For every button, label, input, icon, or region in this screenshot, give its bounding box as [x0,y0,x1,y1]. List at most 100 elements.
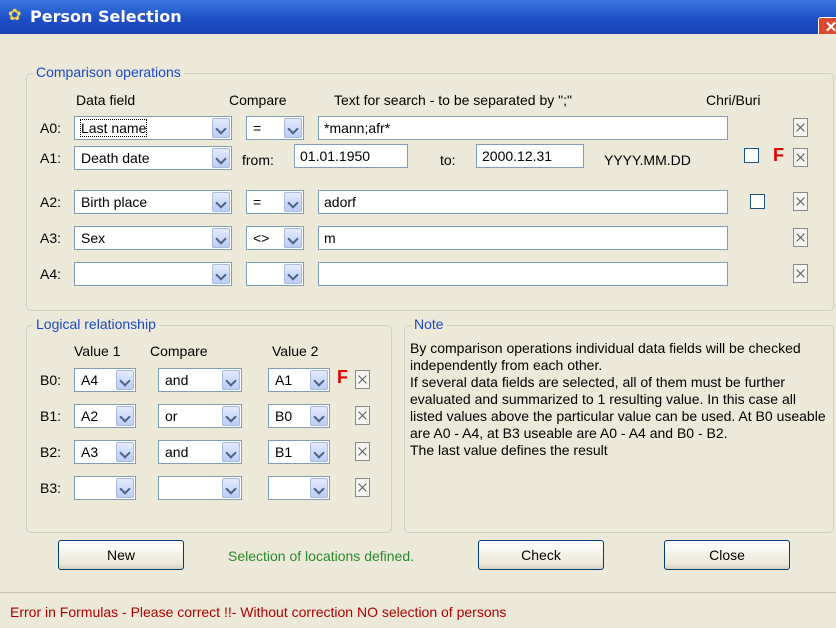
a2-chri-checkbox[interactable] [750,194,765,209]
a2-op-select[interactable]: = [246,190,304,214]
row-label-b2: B2: [40,444,62,460]
b1-value1: A2 [81,408,99,424]
b0-value1: A4 [81,372,99,388]
note-text: By comparison operations individual data… [410,340,826,458]
note-group-title: Note [411,316,447,332]
a3-op-value: <> [253,230,270,246]
a2-field-select[interactable]: Birth place [74,190,232,214]
b0-value1-select[interactable]: A4 [74,368,136,392]
chevron-down-icon[interactable] [212,192,230,212]
chevron-down-icon[interactable] [222,478,240,498]
a0-field-value: Last name [79,119,148,137]
comparison-group-title: Comparison operations [33,64,184,80]
b1-op-select[interactable]: or [158,404,242,428]
chevron-down-icon[interactable] [116,406,134,426]
b0-error-flag: F [337,367,348,387]
close-button[interactable]: Close [664,540,790,570]
b0-op-select[interactable]: and [158,368,242,392]
header-compare: Compare [229,92,287,108]
chevron-down-icon[interactable] [212,118,230,138]
chevron-down-icon[interactable] [222,442,240,462]
a2-search-value: adorf [324,194,356,210]
b0-op: and [165,372,189,388]
status-message: Selection of locations defined. [228,548,415,564]
a2-op-value: = [253,194,262,210]
chevron-down-icon[interactable] [310,478,328,498]
chevron-down-icon[interactable] [212,148,230,168]
b2-value2-select[interactable]: B1 [268,440,330,464]
a4-field-select[interactable] [74,262,232,286]
a1-to-input[interactable]: 2000.12.31 [476,144,584,168]
b1-value2-select[interactable]: B0 [268,404,330,428]
chevron-down-icon[interactable] [116,478,134,498]
app-icon: ✿ [8,7,22,24]
a1-chri-checkbox[interactable] [744,148,759,163]
new-button-label: New [106,547,135,563]
a1-from-input[interactable]: 01.01.1950 [294,144,408,168]
a3-clear-button[interactable] [793,228,808,247]
b2-op: and [165,444,189,460]
a0-field-select[interactable]: Last name [74,116,232,140]
header-chri-buri: Chri/Buri [706,92,761,108]
a1-clear-button[interactable] [793,148,808,167]
b1-value1-select[interactable]: A2 [74,404,136,428]
b2-value1-select[interactable]: A3 [74,440,136,464]
a0-op-value: = [253,120,262,136]
a4-search-input[interactable] [318,262,728,286]
header-logic-compare: Compare [150,343,208,359]
chevron-down-icon[interactable] [284,192,302,212]
a1-to-value: 2000.12.31 [482,148,553,164]
a1-from-value: 01.01.1950 [300,148,371,164]
a2-search-input[interactable]: adorf [318,190,728,214]
a0-clear-button[interactable] [793,118,808,137]
b0-clear-button[interactable] [355,370,370,389]
new-button[interactable]: New [58,540,184,570]
chevron-down-icon[interactable] [284,264,302,284]
chevron-down-icon[interactable] [222,370,240,390]
b2-value2: B1 [275,444,293,460]
separator [0,592,836,593]
row-label-b1: B1: [40,408,62,424]
chevron-down-icon[interactable] [310,406,328,426]
row-label-a0: A0: [40,120,62,136]
chevron-down-icon[interactable] [284,228,302,248]
b0-value2-select[interactable]: A1 [268,368,330,392]
check-button[interactable]: Check [478,540,604,570]
chevron-down-icon[interactable] [310,370,328,390]
b1-value2: B0 [275,408,293,424]
check-button-label: Check [521,547,561,563]
a0-search-input[interactable]: *mann;afr* [318,116,728,140]
a3-op-select[interactable]: <> [246,226,304,250]
a4-op-select[interactable] [246,262,304,286]
a1-date-format: YYYY.MM.DD [604,152,691,168]
row-label-a4: A4: [40,266,62,282]
chevron-down-icon[interactable] [310,442,328,462]
chevron-down-icon[interactable] [284,118,302,138]
header-value1: Value 1 [74,343,121,359]
a2-clear-button[interactable] [793,192,808,211]
b3-value2-select[interactable] [268,476,330,500]
chevron-down-icon[interactable] [212,228,230,248]
a2-field-value: Birth place [81,194,148,210]
b3-value1-select[interactable] [74,476,136,500]
a0-op-select[interactable]: = [246,116,304,140]
title-bar: ✿ Person Selection ✕ [0,0,836,41]
b3-op-select[interactable] [158,476,242,500]
b2-op-select[interactable]: and [158,440,242,464]
a3-field-select[interactable]: Sex [74,226,232,250]
a1-error-flag: F [773,145,784,165]
chevron-down-icon[interactable] [116,370,134,390]
a3-search-input[interactable]: m [318,226,728,250]
chevron-down-icon[interactable] [222,406,240,426]
row-label-b3: B3: [40,480,62,496]
chevron-down-icon[interactable] [212,264,230,284]
a1-field-select[interactable]: Death date [74,146,232,170]
row-label-a1: A1: [40,150,62,166]
a4-clear-button[interactable] [793,264,808,283]
b2-clear-button[interactable] [355,442,370,461]
b3-clear-button[interactable] [355,478,370,497]
a1-field-value: Death date [81,150,150,166]
chevron-down-icon[interactable] [116,442,134,462]
b1-op: or [165,408,178,424]
b1-clear-button[interactable] [355,406,370,425]
